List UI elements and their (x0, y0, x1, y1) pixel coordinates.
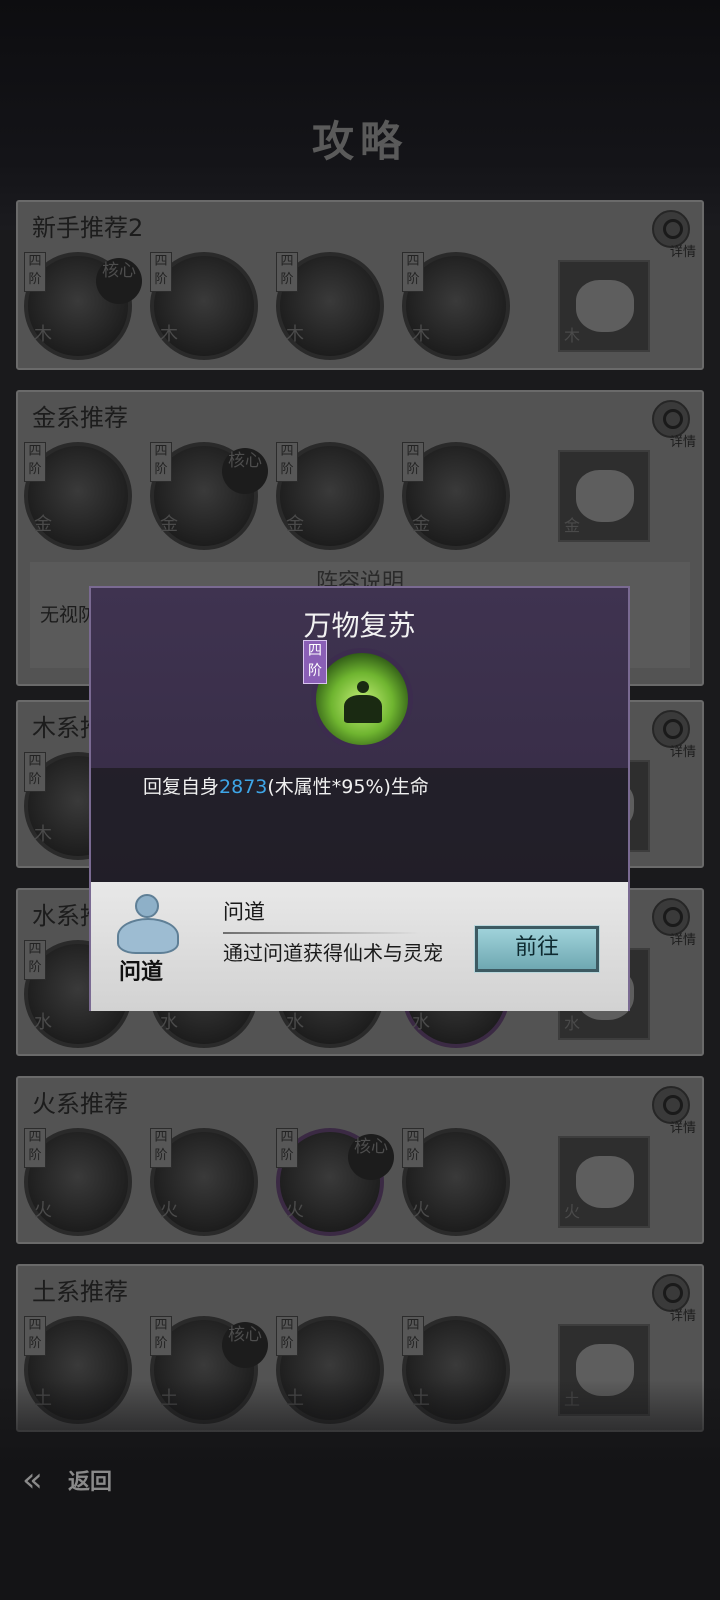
card-title: 土系推荐 (32, 1278, 128, 1306)
tier-badge: 四阶 (276, 252, 298, 292)
detail-button[interactable]: 详情 (648, 1272, 696, 1324)
pet-portrait[interactable]: 火 (558, 1136, 650, 1228)
core-badge: 核心 (222, 1322, 268, 1368)
detail-button[interactable]: 详情 (648, 208, 696, 260)
element-tag: 木 (34, 824, 52, 845)
element-tag: 金 (286, 514, 304, 535)
strategy-card: 新手推荐2 详情 四阶木核心 四阶木四阶木四阶木木 (16, 200, 704, 370)
meditating-figure-icon (344, 681, 382, 725)
pet-element-tag: 火 (564, 1202, 581, 1221)
detail-button[interactable]: 详情 (648, 1084, 696, 1136)
detail-button[interactable]: 详情 (648, 896, 696, 948)
source-panel: 问道 问道 通过问道获得仙术与灵宠 前往 (91, 882, 628, 1011)
detail-label: 详情 (669, 1309, 696, 1324)
element-tag: 水 (34, 1012, 52, 1033)
tier-badge: 四阶 (150, 442, 172, 482)
element-tag: 水 (412, 1012, 430, 1033)
core-badge: 核心 (96, 258, 142, 304)
element-tag: 金 (412, 514, 430, 535)
tier-badge: 四阶 (303, 640, 327, 684)
tier-badge: 四阶 (402, 1128, 424, 1168)
card-title: 火系推荐 (32, 1090, 128, 1118)
skill-slot[interactable]: 四阶火 (402, 1128, 510, 1236)
tier-badge: 四阶 (24, 442, 46, 482)
skill-slot[interactable]: 四阶金 核心 (150, 442, 268, 550)
popup-skill-title: 万物复苏 (303, 609, 416, 642)
source-title: 问道 (223, 900, 265, 924)
tier-badge: 四阶 (150, 1316, 172, 1356)
tier-badge: 四阶 (150, 252, 172, 292)
skill-slot[interactable]: 四阶木 核心 (24, 252, 142, 360)
tier-badge: 四阶 (402, 442, 424, 482)
tier-badge: 四阶 (276, 1316, 298, 1356)
pet-element-tag: 水 (564, 1014, 581, 1033)
element-tag: 火 (286, 1200, 304, 1221)
element-tag: 水 (286, 1012, 304, 1033)
element-tag: 木 (286, 324, 304, 345)
skill-slot[interactable]: 四阶火 核心 (276, 1128, 394, 1236)
skill-detail-popup: 万物复苏 四阶 回复自身2873(木属性*95%)生命 问道 问道 通过问道获得… (89, 586, 630, 1011)
tier-badge: 四阶 (402, 1316, 424, 1356)
element-tag: 金 (160, 514, 178, 535)
back-arrow-icon: « (22, 1460, 43, 1500)
tier-badge: 四阶 (24, 752, 46, 792)
go-button[interactable]: 前往 (474, 925, 600, 973)
skill-slot[interactable]: 四阶金 (276, 442, 384, 550)
element-tag: 水 (160, 1012, 178, 1033)
divider (223, 932, 419, 934)
tier-badge: 四阶 (276, 442, 298, 482)
desc-value: 2873 (219, 776, 268, 798)
tier-badge: 四阶 (150, 1128, 172, 1168)
popup-header-panel: 万物复苏 四阶 回复自身2873(木属性*95%)生命 (91, 588, 628, 882)
detail-button[interactable]: 详情 (648, 708, 696, 760)
core-badge: 核心 (348, 1134, 394, 1180)
core-badge: 核心 (222, 448, 268, 494)
skill-slot[interactable]: 四阶火 (24, 1128, 132, 1236)
skill-slot[interactable]: 四阶木 (276, 252, 384, 360)
skill-slot[interactable]: 四阶火 (150, 1128, 258, 1236)
detail-label: 详情 (669, 435, 696, 450)
pet-element-tag: 金 (564, 516, 581, 535)
tier-badge: 四阶 (24, 940, 46, 980)
tier-badge: 四阶 (402, 252, 424, 292)
detail-button[interactable]: 详情 (648, 398, 696, 450)
tier-badge: 四阶 (24, 1128, 46, 1168)
tier-badge: 四阶 (276, 1128, 298, 1168)
tier-badge: 四阶 (24, 252, 46, 292)
detail-label: 详情 (669, 1121, 696, 1136)
back-button[interactable]: « 返回 (22, 1460, 142, 1500)
back-label: 返回 (68, 1469, 113, 1495)
strategy-card: 火系推荐 详情 四阶火四阶火四阶火核心 四阶火火 (16, 1076, 704, 1244)
skill-slot[interactable]: 四阶金 (24, 442, 132, 550)
pet-element-tag: 木 (564, 326, 581, 345)
source-icon-label: 问道 (119, 960, 164, 985)
element-tag: 火 (412, 1200, 430, 1221)
element-tag: 金 (34, 514, 52, 535)
detail-label: 详情 (669, 245, 696, 260)
element-tag: 木 (34, 324, 52, 345)
detail-label: 详情 (669, 933, 696, 948)
card-title: 新手推荐2 (32, 214, 144, 242)
element-tag: 火 (34, 1200, 52, 1221)
detail-label: 详情 (669, 745, 696, 760)
meditation-icon (113, 892, 179, 958)
source-description: 通过问道获得仙术与灵宠 (223, 941, 443, 965)
desc-suffix: (木属性*95%)生命 (267, 776, 429, 798)
pet-portrait[interactable]: 木 (558, 260, 650, 352)
popup-skill-description: 回复自身2873(木属性*95%)生命 (143, 772, 429, 799)
desc-prefix: 回复自身 (143, 776, 220, 798)
element-tag: 木 (160, 324, 178, 345)
skill-slot[interactable]: 四阶金 (402, 442, 510, 550)
card-title: 金系推荐 (32, 404, 128, 432)
tier-badge: 四阶 (24, 1316, 46, 1356)
skill-slot[interactable]: 四阶木 (402, 252, 510, 360)
element-tag: 木 (412, 324, 430, 345)
pet-portrait[interactable]: 金 (558, 450, 650, 542)
skill-slot[interactable]: 四阶木 (150, 252, 258, 360)
element-tag: 火 (160, 1200, 178, 1221)
